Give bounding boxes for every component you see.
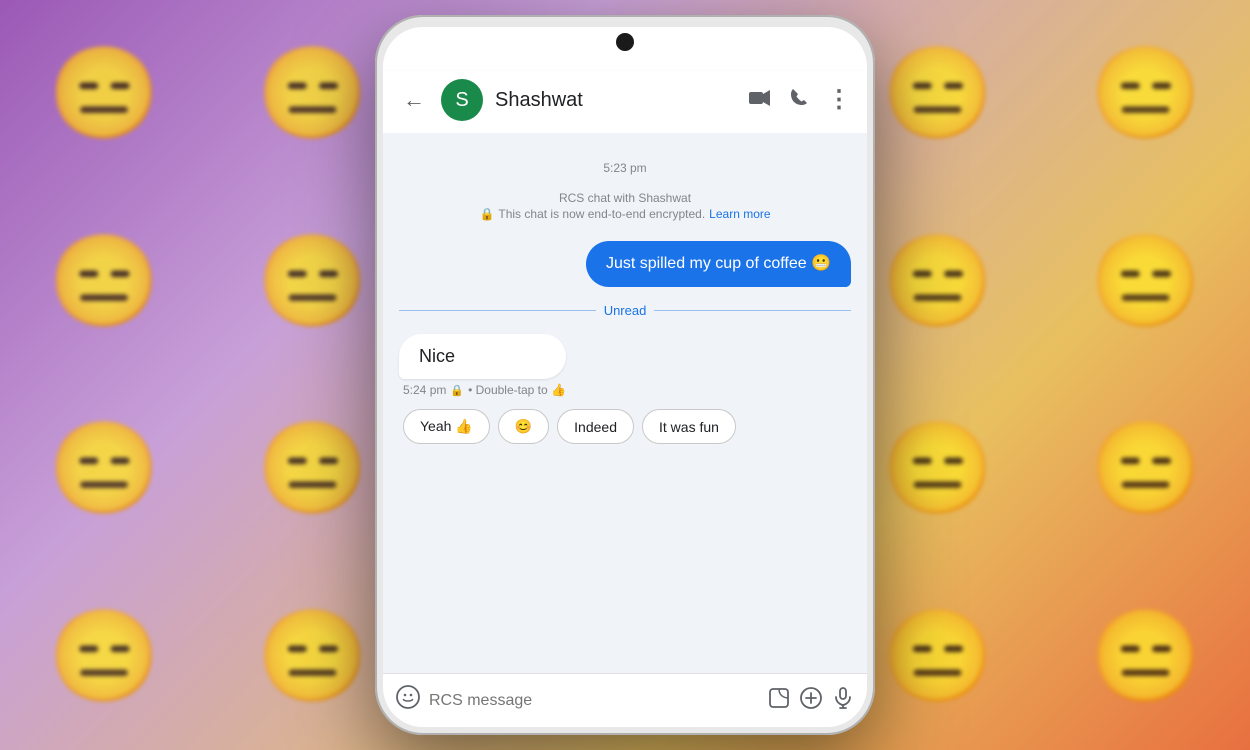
quick-reply-indeed[interactable]: Indeed — [557, 409, 634, 444]
meta-lock-icon: 🔒 — [450, 384, 464, 397]
input-bar — [383, 673, 867, 727]
more-options-icon[interactable]: ⋮ — [827, 88, 851, 112]
sent-bubble: Just spilled my cup of coffee 😬 — [586, 241, 851, 287]
quick-replies: Yeah 👍 😊 Indeed It was fun — [399, 409, 851, 444]
voice-icon[interactable] — [831, 686, 855, 716]
message-timestamp: 5:23 pm — [399, 161, 851, 175]
emoji-button[interactable] — [395, 684, 421, 717]
avatar[interactable]: S — [441, 79, 483, 121]
phone-call-icon[interactable] — [789, 87, 809, 113]
encrypted-info: 🔒 This chat is now end-to-end encrypted.… — [399, 207, 851, 221]
quick-reply-fun[interactable]: It was fun — [642, 409, 736, 444]
camera-notch — [616, 33, 634, 51]
bg-emoji-12: 😑 — [1042, 188, 1250, 376]
add-icon[interactable] — [799, 686, 823, 716]
bg-emoji-24: 😑 — [1042, 563, 1250, 750]
back-button[interactable]: ← — [399, 83, 429, 117]
rcs-info: RCS chat with Shashwat 🔒 This chat is no… — [399, 191, 851, 221]
received-bubble: Nice — [399, 334, 566, 379]
unread-line-right — [654, 310, 851, 311]
bg-emoji-1: 😑 — [0, 0, 208, 188]
bg-emoji-18: 😑 — [1042, 375, 1250, 563]
lock-icon: 🔒 — [479, 207, 494, 221]
unread-divider: Unread — [399, 303, 851, 318]
sticker-icon[interactable] — [767, 686, 791, 716]
message-meta: 5:24 pm 🔒 • Double-tap to 👍 — [399, 383, 566, 397]
chat-header: ← S Shashwat ⋮ — [383, 71, 867, 133]
received-message: Nice 5:24 pm 🔒 • Double-tap to 👍 — [399, 334, 566, 397]
sent-message: Just spilled my cup of coffee 😬 — [586, 241, 851, 287]
encrypted-text: This chat is now end-to-end encrypted. — [498, 207, 705, 221]
bg-emoji-6: 😑 — [1042, 0, 1250, 188]
unread-label: Unread — [604, 303, 647, 318]
message-input[interactable] — [429, 692, 759, 710]
header-actions: ⋮ — [749, 87, 851, 113]
unread-line-left — [399, 310, 596, 311]
learn-more-link[interactable]: Learn more — [709, 207, 770, 221]
double-tap-text: • Double-tap to 👍 — [468, 383, 566, 397]
video-call-icon[interactable] — [749, 89, 771, 112]
phone-screen: ← S Shashwat ⋮ 5:23 pm — [383, 27, 867, 727]
received-time: 5:24 pm — [403, 383, 446, 397]
bg-emoji-13: 😑 — [0, 375, 208, 563]
bg-emoji-19: 😑 — [0, 563, 208, 750]
rcs-title: RCS chat with Shashwat — [399, 191, 851, 205]
quick-reply-smile[interactable]: 😊 — [498, 409, 549, 444]
phone-frame: ← S Shashwat ⋮ 5:23 pm — [375, 15, 875, 735]
quick-reply-yeah[interactable]: Yeah 👍 — [403, 409, 490, 444]
contact-name[interactable]: Shashwat — [495, 89, 737, 112]
chat-area: 5:23 pm RCS chat with Shashwat 🔒 This ch… — [383, 133, 867, 673]
bg-emoji-7: 😑 — [0, 188, 208, 376]
